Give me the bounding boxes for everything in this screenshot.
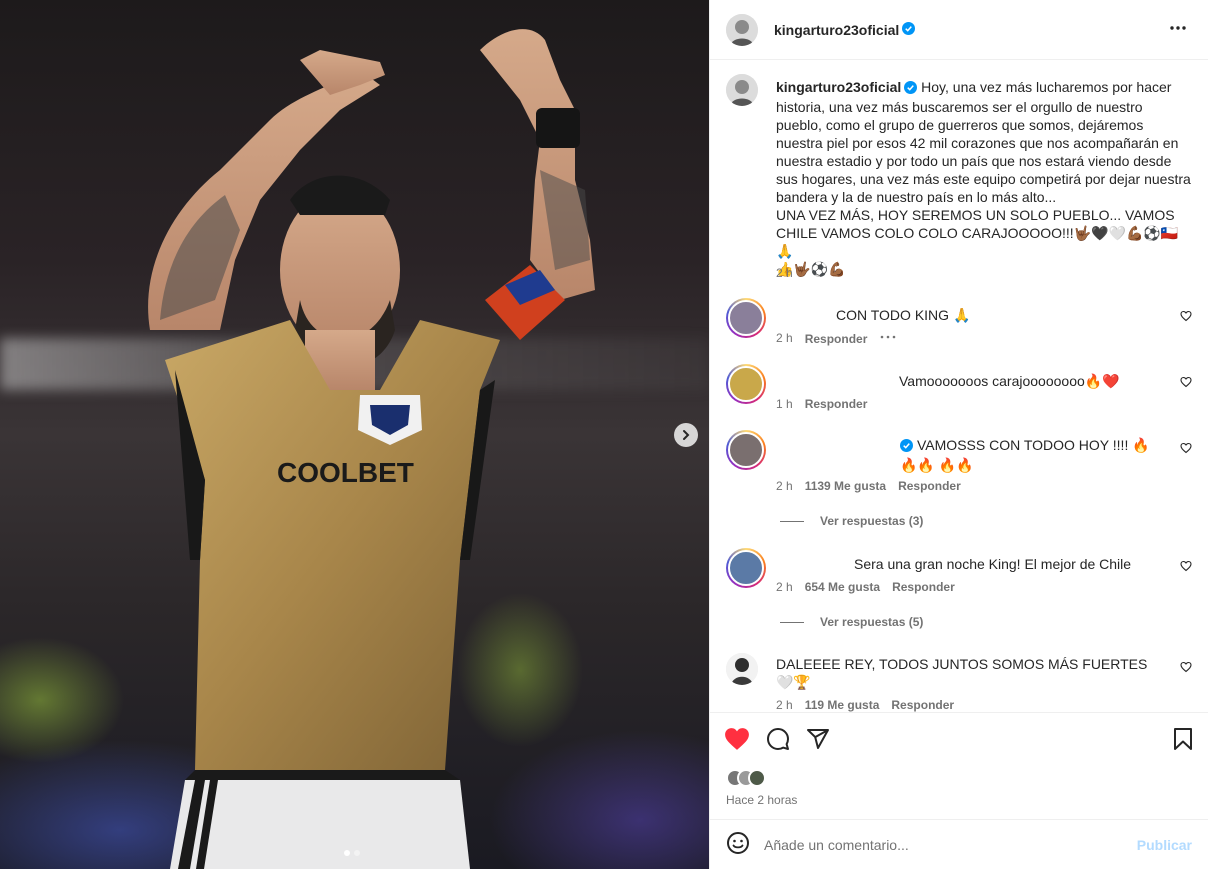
view-replies-label: Ver respuestas (5) [820,615,924,629]
comment-like-button[interactable] [1180,560,1192,575]
view-replies-button[interactable]: Ver respuestas (3) [780,514,923,528]
caption-row: kingarturo23oficial Hoy, una vez más luc… [726,74,1192,284]
comment-text: CON TODO KING 🙏 [836,307,971,323]
comment-row: Vamooooooos carajoooooooo🔥❤️ 1 h Respond… [726,364,1192,414]
post-actions: Hace 2 horas [710,712,1208,818]
caption-meta: 2 h [776,266,793,280]
heart-outline-icon [1180,442,1192,454]
instagram-post: COOLBET kingarturo23oficial kingarturo23… [0,0,1208,869]
comment-row: CON TODO KING 🙏 2 h Responder [726,298,1192,348]
caption-text-block: kingarturo23oficial Hoy, una vez más luc… [776,78,1192,278]
comment-text-block: VAMOSSS CON TODOO HOY !!!! 🔥🔥🔥 🔥🔥 [776,436,1162,474]
heart-outline-icon [1180,310,1192,322]
author-avatar[interactable] [726,74,758,106]
comment-like-button[interactable] [1180,661,1192,676]
author-avatar[interactable] [726,13,758,46]
more-options-button[interactable] [1164,14,1192,45]
view-replies-label: Ver respuestas (3) [820,514,924,528]
carousel-next-button[interactable] [674,423,698,447]
caption-username[interactable]: kingarturo23oficial [776,79,901,95]
comment-like-button[interactable] [1180,310,1192,325]
reply-button[interactable]: Responder [805,397,868,411]
carousel-dots [344,850,360,856]
liked-by-avatars[interactable] [726,769,766,787]
comment-input-bar: Publicar [710,819,1208,869]
comment-row: DALEEEE REY, TODOS JUNTOS SOMOS MÁS FUER… [726,653,1192,712]
comment-text: Sera una gran noche King! El mejor de Ch… [854,556,1132,572]
bookmark-icon [1174,728,1192,750]
heart-filled-icon [725,728,749,750]
reply-button[interactable]: Responder [892,580,955,594]
comment-meta: 2 h 119 Me gusta Responder [776,698,954,712]
carousel-dot-active [344,850,350,856]
comment-more-button[interactable] [879,331,897,346]
post-media[interactable]: COOLBET [0,0,709,869]
verified-badge-icon [900,438,913,456]
comment-text: DALEEEE REY, TODOS JUNTOS SOMOS MÁS FUER… [776,656,1148,690]
more-horizontal-icon [1170,26,1186,30]
comment-likes[interactable]: 1139 Me gusta [805,479,886,493]
comments-scroll-area[interactable]: kingarturo23oficial Hoy, una vez más luc… [710,61,1208,712]
view-replies-button[interactable]: Ver respuestas (5) [780,615,923,629]
verified-badge-icon [902,21,916,38]
save-button[interactable] [1172,727,1194,754]
carousel-dot [354,850,360,856]
comment-meta: 2 h 1139 Me gusta Responder [776,479,961,493]
commenter-avatar[interactable] [726,548,766,588]
comment-time: 2 h [776,698,793,712]
emoji-button[interactable] [726,831,750,858]
comment-meta: 2 h Responder [776,331,897,346]
replies-divider [780,621,804,623]
comment-text: Vamooooooos carajoooooooo🔥❤️ [899,373,1120,389]
commenter-avatar[interactable] [726,430,766,470]
heart-outline-icon [1180,560,1192,572]
commenter-avatar[interactable] [726,653,758,685]
post-side-panel: kingarturo23oficial kingarturo23oficial … [709,0,1208,869]
comment-time: 2 h [776,331,793,345]
reply-button[interactable]: Responder [898,479,961,493]
more-horizontal-icon [881,335,896,339]
post-header: kingarturo23oficial [710,0,1208,60]
reply-button[interactable]: Responder [891,698,954,712]
comment-row: VAMOSSS CON TODOO HOY !!!! 🔥🔥🔥 🔥🔥 2 h 11… [726,430,1192,530]
comment-like-button[interactable] [1180,442,1192,457]
post-time-ago[interactable]: Hace 2 horas [726,793,797,807]
publish-button[interactable]: Publicar [1137,837,1192,853]
comment-time: 2 h [776,580,793,594]
share-button[interactable] [806,727,830,754]
comment-meta: 2 h 654 Me gusta Responder [776,580,955,594]
caption-time: 2 h [776,266,793,280]
comment-likes[interactable]: 119 Me gusta [805,698,880,712]
send-icon [807,729,829,749]
chevron-right-icon [683,430,690,440]
comment-time: 2 h [776,479,793,493]
jersey-sponsor-text: COOLBET [277,457,414,488]
comment-button[interactable] [766,727,790,754]
heart-outline-icon [1180,661,1192,673]
comment-like-button[interactable] [1180,376,1192,391]
player-photo: COOLBET [148,29,595,869]
like-button[interactable] [724,727,750,754]
comment-icon [767,728,789,750]
reply-button[interactable]: Responder [805,331,868,346]
author-username[interactable]: kingarturo23oficial [774,22,899,38]
verified-badge-icon [904,80,918,98]
comment-text: VAMOSSS CON TODOO HOY !!!! 🔥🔥🔥 🔥🔥 [900,437,1150,473]
comment-time: 1 h [776,397,793,411]
commenter-avatar[interactable] [726,364,766,404]
commenter-avatar[interactable] [726,298,766,338]
comment-likes[interactable]: 654 Me gusta [805,580,880,594]
liker-avatar [748,769,766,787]
caption-text: Hoy, una vez más lucharemos por hacer hi… [776,79,1191,277]
emoji-smile-icon [727,832,749,854]
replies-divider [780,520,804,522]
comment-input[interactable] [764,836,1137,853]
heart-outline-icon [1180,376,1192,388]
comment-row: Sera una gran noche King! El mejor de Ch… [726,548,1192,629]
comment-meta: 1 h Responder [776,397,867,411]
